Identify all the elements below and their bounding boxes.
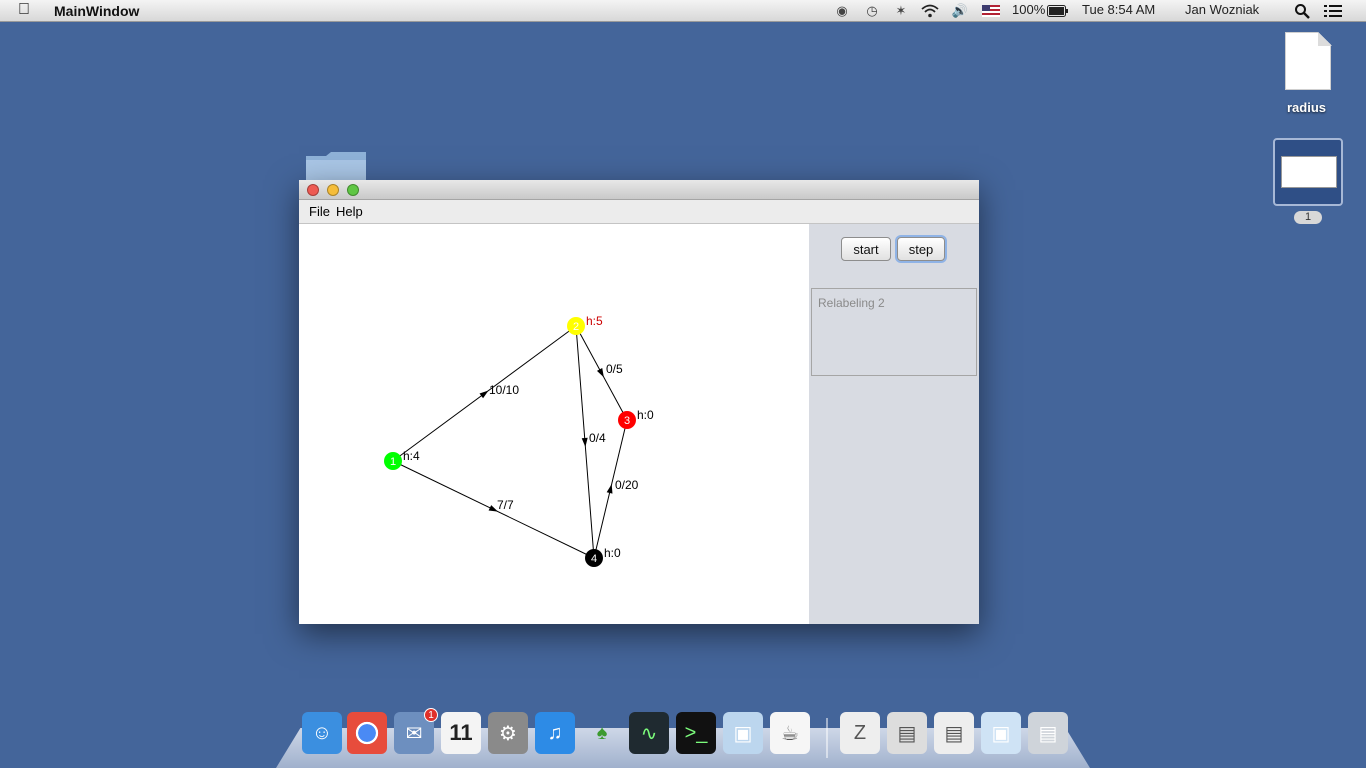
- calendar-day: 11: [449, 720, 473, 745]
- close-icon[interactable]: [307, 184, 319, 196]
- chrome-icon[interactable]: [347, 712, 387, 754]
- java-icon[interactable]: ☕: [770, 712, 810, 754]
- step-button[interactable]: step: [897, 237, 945, 261]
- edge-arrow: [479, 390, 489, 399]
- zoom-icon[interactable]: [347, 184, 359, 196]
- menu-help[interactable]: Help: [336, 204, 363, 219]
- terminal-icon[interactable]: >_: [676, 712, 716, 754]
- desktop-space-thumbnail[interactable]: [1273, 138, 1343, 206]
- start-button[interactable]: start: [841, 237, 891, 261]
- node-id-label: 1: [390, 456, 396, 468]
- battery-percentage[interactable]: 100%: [1012, 2, 1045, 17]
- edge-flow-label: 0/20: [615, 478, 639, 492]
- documents-stack-icon[interactable]: ▤: [887, 712, 927, 754]
- edge-arrow: [596, 368, 604, 378]
- volume-icon[interactable]: 🔊: [951, 3, 969, 19]
- notification-center-icon[interactable]: [1324, 3, 1342, 19]
- user-icon[interactable]: ◉: [833, 3, 851, 19]
- main-window: File Help 10/10 0/5 0/4 0/20 7/7 1 h:4 2 h:5 3 h:0…: [299, 180, 979, 624]
- app-menu-bar: File Help: [299, 200, 979, 224]
- graph-svg: 10/10 0/5 0/4 0/20 7/7 1 h:4 2 h:5 3 h:0 4 h:0: [384, 314, 654, 567]
- zip-stack-icon[interactable]: Z: [840, 712, 880, 754]
- node-id-label: 3: [624, 415, 630, 427]
- system-preferences-icon[interactable]: ⚙: [488, 712, 528, 754]
- edge-flow-label: 10/10: [489, 383, 519, 397]
- trash-icon[interactable]: ▤: [1028, 712, 1068, 754]
- node-height-label: h:0: [637, 408, 654, 422]
- node-height-label: h:4: [403, 449, 420, 463]
- mail-icon[interactable]: ✉ 1: [394, 708, 438, 754]
- calendar-icon[interactable]: 11: [441, 712, 481, 754]
- mail-badge: 1: [424, 708, 438, 722]
- cube-icon[interactable]: ▣: [981, 712, 1021, 754]
- log-text-area[interactable]: Relabeling 2: [811, 288, 977, 376]
- edge-arrow: [606, 484, 613, 494]
- graph-canvas[interactable]: 10/10 0/5 0/4 0/20 7/7 1 h:4 2 h:5 3 h:0 4 h:0: [299, 224, 809, 624]
- menu-file[interactable]: File: [309, 204, 330, 219]
- battery-icon[interactable]: [1047, 3, 1069, 19]
- space-preview: [1281, 156, 1337, 188]
- file-label[interactable]: radius: [1287, 100, 1326, 115]
- control-panel: start step Relabeling 2: [809, 224, 979, 624]
- itunes-icon[interactable]: ♫: [535, 712, 575, 754]
- node-id-label: 2: [573, 321, 579, 333]
- wifi-icon[interactable]: [921, 3, 939, 19]
- app-menu-name[interactable]: MainWindow: [54, 3, 139, 19]
- node-id-label: 4: [591, 553, 597, 565]
- apple-icon[interactable]: : [18, 1, 30, 19]
- edge-arrow: [581, 437, 588, 447]
- file-fold: [1318, 32, 1332, 46]
- virtualbox-icon[interactable]: ▣: [723, 712, 763, 754]
- title-bar[interactable]: [299, 180, 979, 200]
- downloads-stack-icon[interactable]: ▤: [934, 712, 974, 754]
- bluetooth-icon[interactable]: ✶: [892, 3, 910, 19]
- dock-separator: [826, 718, 828, 758]
- space-badge: 1: [1294, 211, 1322, 224]
- finder-icon[interactable]: ☺: [302, 712, 342, 754]
- activity-monitor-icon[interactable]: ∿: [629, 712, 669, 754]
- clock[interactable]: Tue 8:54 AM: [1082, 2, 1155, 17]
- flag-icon[interactable]: [982, 3, 1000, 19]
- spotlight-icon[interactable]: [1293, 3, 1311, 19]
- edge-flow-label: 0/4: [589, 431, 606, 445]
- edge-flow-label: 0/5: [606, 362, 623, 376]
- menu-bar:  MainWindow ◉ ◷ ✶ 🔊 100% Tue 8:54 AM Ja…: [0, 0, 1366, 22]
- time-machine-icon[interactable]: ◷: [863, 3, 881, 19]
- user-name[interactable]: Jan Wozniak: [1185, 2, 1259, 17]
- node-height-label: h:0: [604, 546, 621, 560]
- app-icon[interactable]: ♠: [582, 712, 622, 754]
- minimize-icon[interactable]: [327, 184, 339, 196]
- node-height-label: h:5: [586, 314, 603, 328]
- edge-flow-label: 7/7: [497, 498, 514, 512]
